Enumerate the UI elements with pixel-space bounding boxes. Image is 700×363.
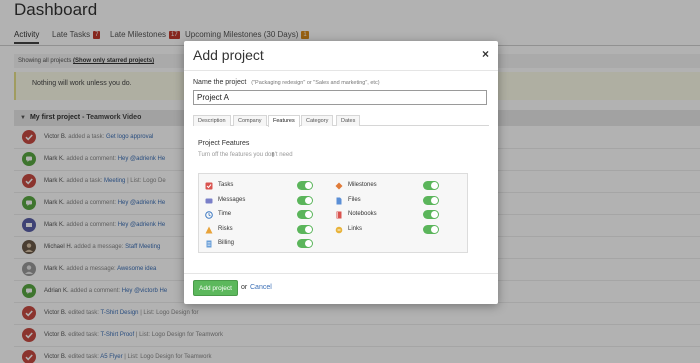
feature-milestones: Milestones — [335, 181, 457, 193]
feature-toggle[interactable] — [297, 210, 313, 219]
modal-title: Add project — [193, 47, 264, 63]
feature-billing: Billing — [205, 239, 327, 251]
feature-toggle[interactable] — [423, 224, 439, 234]
text-cursor-icon: I — [272, 152, 274, 159]
feature-toggle[interactable] — [297, 239, 313, 248]
cancel-link[interactable]: Cancel — [250, 284, 272, 291]
add-project-modal: Add project × Name the project ("Packagi… — [184, 41, 498, 304]
modal-footer: Add project or Cancel — [184, 273, 498, 304]
feature-label: Files — [348, 196, 361, 203]
risks-icon — [205, 226, 213, 233]
feature-files: Files — [335, 195, 457, 208]
milestones-icon — [335, 182, 343, 190]
tab-dates[interactable]: Dates — [336, 115, 361, 126]
name-label-text: Name the project — [193, 79, 247, 86]
or-text: or — [241, 284, 248, 291]
project-name-label: Name the project ("Packaging redesign" o… — [193, 79, 380, 86]
feature-toggle[interactable] — [423, 195, 439, 205]
tab-category[interactable]: Category — [301, 115, 334, 126]
tab-description[interactable]: Description — [193, 115, 231, 126]
modal-header: Add project × — [184, 41, 498, 71]
feature-label: Billing — [218, 240, 235, 246]
billing-icon — [206, 240, 212, 248]
feature-messages: Messages — [205, 195, 327, 208]
feature-toggle[interactable] — [297, 181, 313, 190]
close-icon[interactable]: × — [482, 47, 489, 61]
messages-icon — [205, 198, 213, 203]
feature-toggle[interactable] — [423, 181, 439, 190]
features-subtitle: Turn off the features you don't need — [198, 152, 293, 158]
feature-notebooks: Notebooks — [335, 210, 457, 222]
feature-label: Notebooks — [348, 211, 377, 217]
feature-links: Links — [335, 224, 457, 237]
add-project-button[interactable]: Add project — [193, 280, 238, 296]
features-panel: Tasks Messages Time Risks Billing Milestones F… — [198, 173, 468, 253]
tasks-icon — [205, 182, 213, 190]
feature-toggle[interactable] — [297, 224, 313, 234]
project-name-input[interactable] — [193, 90, 487, 105]
time-icon — [205, 211, 213, 219]
feature-toggle[interactable] — [423, 210, 439, 219]
tab-features[interactable]: Features — [268, 115, 300, 127]
tab-company[interactable]: Company — [233, 115, 267, 126]
feature-label: Messages — [218, 196, 246, 203]
files-icon — [336, 197, 342, 204]
feature-label: Milestones — [348, 182, 377, 188]
feature-label: Links — [348, 225, 363, 232]
links-icon — [335, 226, 343, 233]
name-hint: ("Packaging redesign" or "Sales and mark… — [251, 80, 380, 86]
feature-time: Time — [205, 210, 327, 222]
feature-label: Risks — [218, 225, 233, 232]
feature-label: Time — [218, 211, 232, 217]
feature-tasks: Tasks — [205, 181, 327, 193]
feature-toggle[interactable] — [297, 195, 313, 205]
features-title: Project Features — [198, 140, 250, 147]
notebooks-icon — [336, 211, 342, 219]
modal-tabs: Description Company Features Category Da… — [193, 115, 489, 127]
feature-risks: Risks — [205, 224, 327, 237]
feature-label: Tasks — [218, 182, 234, 188]
